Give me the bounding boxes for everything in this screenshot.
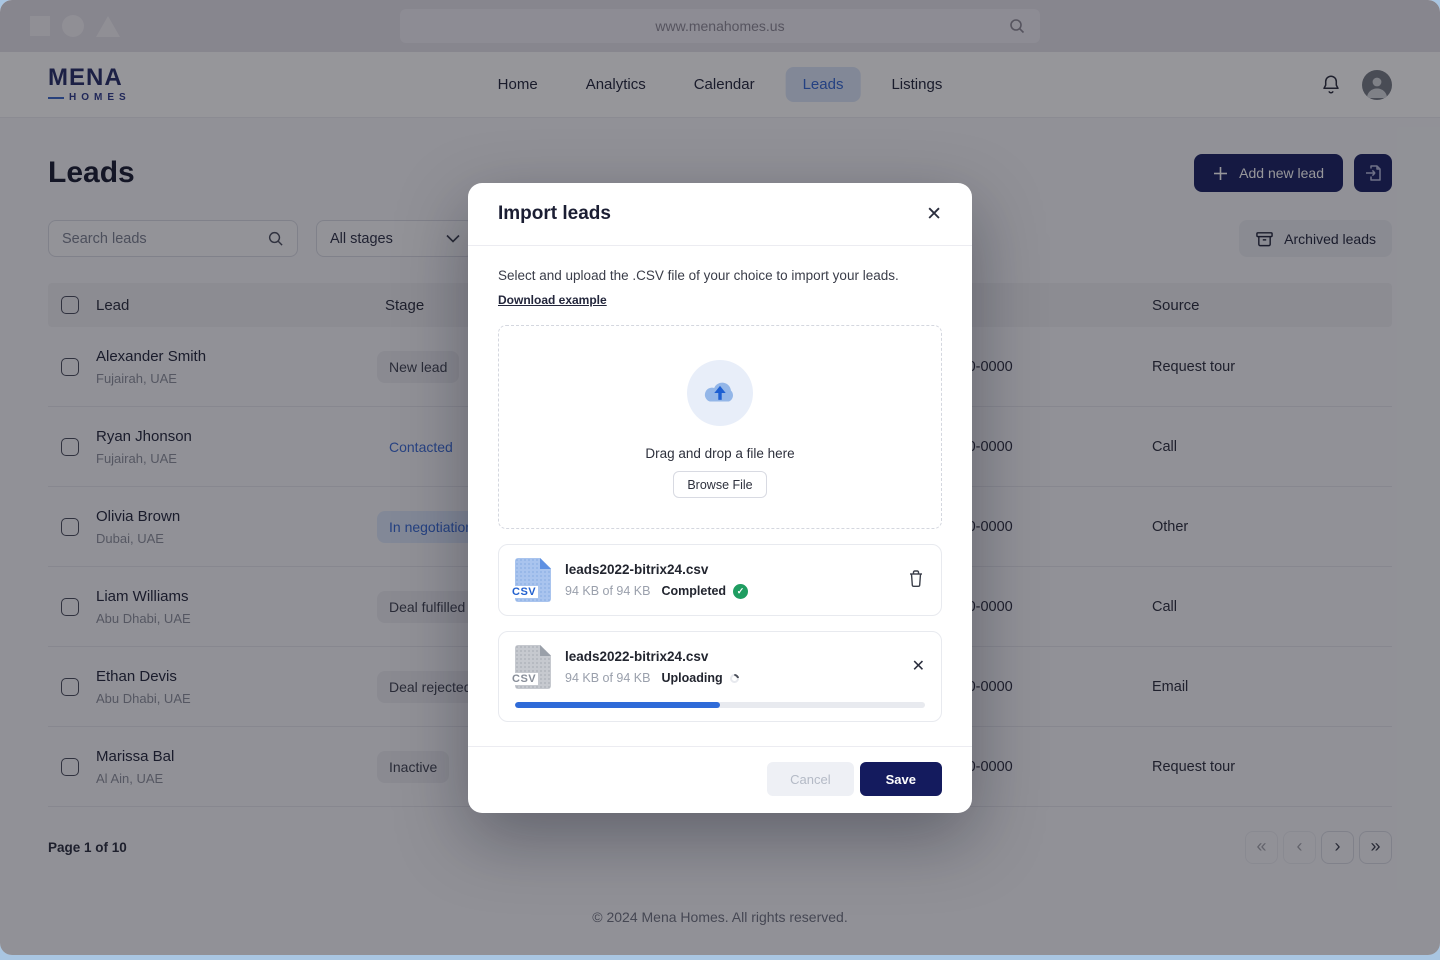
csv-file-icon: CSV xyxy=(515,558,551,602)
csv-file-icon: CSV xyxy=(515,645,551,689)
uploaded-file-card: CSV leads2022-bitrix24.csv 94 KB of 94 K… xyxy=(498,544,942,616)
delete-file-button[interactable] xyxy=(907,569,925,592)
cloud-upload-icon xyxy=(701,378,739,408)
upload-circle xyxy=(687,360,753,426)
check-circle-icon: ✓ xyxy=(733,584,748,599)
save-button[interactable]: Save xyxy=(860,762,942,796)
close-icon: ✕ xyxy=(912,658,925,675)
trash-icon xyxy=(907,569,925,588)
uploading-file-card: CSV leads2022-bitrix24.csv 94 KB of 94 K… xyxy=(498,631,942,722)
csv-label: CSV xyxy=(510,586,538,598)
modal-description: Select and upload the .CSV file of your … xyxy=(498,268,942,283)
csv-label: CSV xyxy=(510,673,538,685)
upload-progress-fill xyxy=(515,702,720,708)
file-dropzone[interactable]: Drag and drop a file here Browse File xyxy=(498,325,942,529)
upload-progress-bar xyxy=(515,702,925,708)
file-status: Uploading xyxy=(661,671,722,685)
spinner-icon xyxy=(728,672,741,685)
file-size: 94 KB of 94 KB xyxy=(565,671,650,685)
file-name: leads2022-bitrix24.csv xyxy=(565,562,893,577)
browse-file-button[interactable]: Browse File xyxy=(673,471,766,498)
file-name: leads2022-bitrix24.csv xyxy=(565,649,898,664)
dropzone-hint: Drag and drop a file here xyxy=(645,446,794,461)
close-icon[interactable]: ✕ xyxy=(926,205,942,224)
import-leads-modal: Import leads ✕ Select and upload the .CS… xyxy=(468,183,972,813)
cancel-button[interactable]: Cancel xyxy=(767,762,853,796)
modal-title: Import leads xyxy=(498,203,611,225)
cancel-upload-button[interactable]: ✕ xyxy=(912,659,925,675)
file-status: Completed xyxy=(661,584,726,598)
download-example-link[interactable]: Download example xyxy=(498,293,607,307)
file-size: 94 KB of 94 KB xyxy=(565,584,650,598)
